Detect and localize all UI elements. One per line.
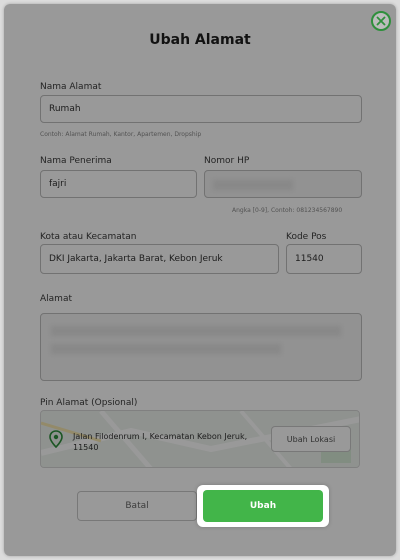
edit-address-dialog: Ubah Alamat Nama Alamat Contoh: Alamat R… — [4, 4, 396, 556]
address-name-hint: Contoh: Alamat Rumah, Kantor, Apartemen,… — [40, 131, 202, 138]
map-preview[interactable]: Jalan Filodenrum I, Kecamatan Kebon Jeru… — [40, 410, 360, 468]
redacted-phone — [213, 180, 293, 190]
recipient-name-input[interactable] — [40, 170, 197, 198]
submit-button-highlight: Ubah — [197, 485, 329, 527]
map-pin-icon — [49, 430, 63, 448]
redacted-address-line — [51, 344, 281, 354]
address-name-input[interactable] — [40, 95, 362, 123]
redacted-address-line — [51, 326, 341, 336]
cancel-button[interactable]: Batal — [77, 491, 197, 521]
address-label: Alamat — [40, 294, 72, 304]
district-input[interactable] — [40, 244, 279, 274]
district-label: Kota atau Kecamatan — [40, 232, 137, 242]
phone-number-input[interactable] — [204, 170, 362, 198]
recipient-name-label: Nama Penerima — [40, 156, 112, 166]
pin-address-label: Pin Alamat (Opsional) — [40, 398, 138, 408]
close-x-glyph — [376, 16, 386, 26]
change-location-button[interactable]: Ubah Lokasi — [271, 426, 351, 452]
submit-button[interactable]: Ubah — [203, 490, 323, 522]
phone-number-hint: Angka [0-9], Contoh: 081234567890 — [232, 207, 343, 214]
postal-code-input[interactable] — [286, 244, 362, 274]
address-name-label: Nama Alamat — [40, 82, 102, 92]
pin-address-text: Jalan Filodenrum I, Kecamatan Kebon Jeru… — [73, 432, 248, 452]
dialog-title: Ubah Alamat — [149, 32, 251, 48]
address-textarea[interactable] — [40, 313, 362, 381]
close-icon[interactable] — [371, 11, 391, 31]
postal-code-label: Kode Pos — [286, 232, 327, 242]
phone-number-label: Nomor HP — [204, 156, 250, 166]
